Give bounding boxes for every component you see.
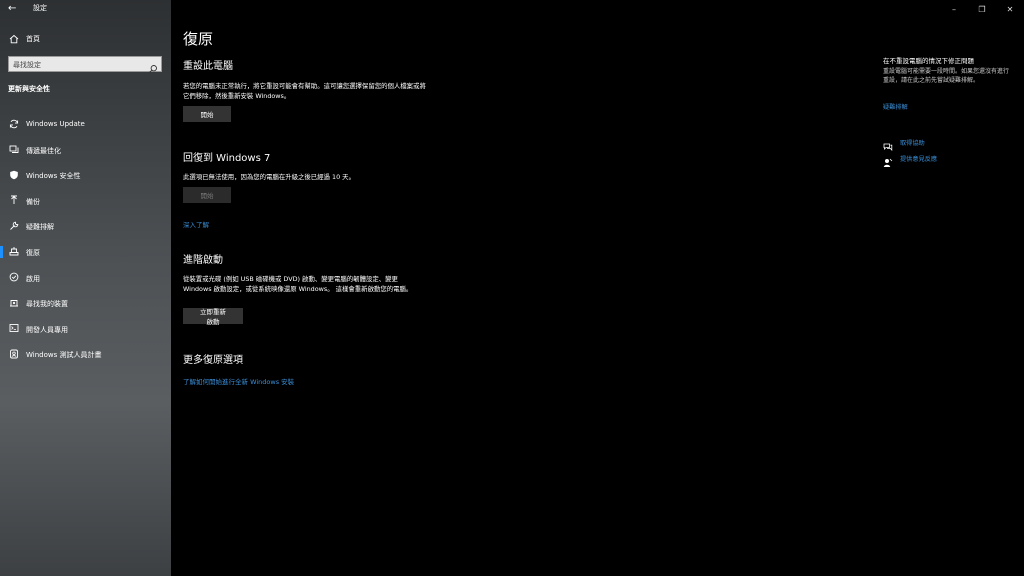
related-panel: 在不重設電腦的情況下修正問題 重設電腦可能需要一段時間。如果您還沒有進行重設，請… (883, 0, 1018, 576)
sidebar-item-delivery-optimization[interactable]: 傳遞最佳化 (0, 137, 171, 163)
goback-start-button[interactable]: 開始 (183, 187, 231, 203)
activation-icon (8, 272, 19, 283)
insider-icon (8, 348, 19, 359)
feedback-link[interactable]: 提供意見反應 (900, 154, 937, 163)
troubleshoot-link[interactable]: 疑難排解 (883, 102, 908, 111)
goback-heading: 回復到 Windows 7 (183, 153, 271, 164)
window-title: 設定 (33, 4, 47, 12)
related-text: 重設電腦可能需要一段時間。如果您還沒有進行重設，請在此之前先嘗試疑難排解。 (883, 68, 1010, 84)
sidebar-item-developers[interactable]: 開發人員專用 (0, 316, 171, 342)
main-content: 復原 重設此電腦 若您的電腦未正常執行，將它重設可能會有幫助。這可讓您選擇保留您… (183, 0, 863, 576)
reset-description: 若您的電腦未正常執行，將它重設可能會有幫助。這可讓您選擇保留您的個人檔案或將它們… (183, 82, 426, 100)
reset-start-button[interactable]: 開始 (183, 106, 231, 122)
more-recovery-heading: 更多復原選項 (183, 355, 243, 366)
get-help-icon (883, 137, 893, 152)
backup-icon (8, 195, 19, 206)
selection-indicator (0, 245, 3, 258)
sidebar-nav: Windows Update 傳遞最佳化 Windows 安全性 備份 疑難排解 (0, 111, 171, 367)
reset-heading: 重設此電腦 (183, 61, 233, 72)
sidebar-item-label: 復原 (26, 248, 40, 257)
fresh-install-link[interactable]: 了解如何開始進行全新 Windows 安裝 (183, 376, 294, 386)
developer-icon (8, 323, 19, 334)
sidebar-item-label: 首頁 (26, 35, 40, 43)
goback-description: 此選項已無法使用，因為您的電腦在升級之後已經過 10 天。 (183, 173, 355, 181)
sidebar-item-label: 尋找我的裝置 (26, 300, 68, 309)
sidebar-item-backup[interactable]: 備份 (0, 188, 171, 214)
sidebar-item-activation[interactable]: 啟用 (0, 265, 171, 291)
recovery-icon (8, 246, 19, 257)
delivery-optimization-icon (8, 144, 19, 155)
sidebar-item-label: 傳遞最佳化 (26, 146, 61, 155)
sidebar-item-label: 備份 (26, 197, 40, 206)
sidebar-item-label: Windows 測試人員計畫 (26, 351, 102, 360)
find-device-icon (8, 297, 19, 308)
sidebar-item-home[interactable]: 首頁 (0, 31, 171, 47)
title-bar: ← 設定 (0, 0, 171, 18)
back-arrow-icon[interactable]: ← (8, 2, 20, 16)
home-icon (8, 34, 19, 45)
sync-icon (8, 118, 19, 129)
search-input[interactable] (13, 59, 143, 70)
sidebar-item-windows-update[interactable]: Windows Update (0, 111, 171, 137)
sidebar-item-recovery[interactable]: 復原 (0, 239, 171, 265)
sidebar-item-windows-security[interactable]: Windows 安全性 (0, 162, 171, 188)
get-help-link[interactable]: 取得協助 (900, 138, 925, 147)
search-box[interactable] (8, 56, 162, 73)
shield-icon (8, 169, 19, 180)
feedback-icon (883, 153, 893, 167)
sidebar-item-label: 疑難排解 (26, 223, 54, 232)
sidebar-item-troubleshoot[interactable]: 疑難排解 (0, 213, 171, 239)
sidebar-item-find-my-device[interactable]: 尋找我的裝置 (0, 290, 171, 316)
section-heading: 更新與安全性 (8, 85, 50, 93)
advanced-startup-description: 從裝置或光碟 (例如 USB 磁碟機或 DVD) 啟動、變更電腦的韌體設定、變更… (183, 275, 413, 293)
advanced-startup-heading: 進階啟動 (183, 255, 223, 266)
sidebar-item-label: Windows 安全性 (26, 172, 81, 181)
sidebar-item-label: 開發人員專用 (26, 325, 68, 334)
page-title: 復原 (183, 30, 214, 48)
sidebar-item-windows-insider[interactable]: Windows 測試人員計畫 (0, 341, 171, 367)
learn-more-link[interactable]: 深入了解 (183, 219, 209, 229)
sidebar: ← 設定 首頁 更新與安全性 Windows Update 傳遞最佳化 (0, 0, 171, 576)
search-icon[interactable] (148, 59, 158, 73)
related-title: 在不重設電腦的情況下修正問題 (883, 57, 974, 65)
sidebar-item-label: 啟用 (26, 274, 40, 283)
sidebar-item-label: Windows Update (26, 120, 85, 128)
restart-now-button[interactable]: 立即重新啟動 (183, 308, 243, 326)
wrench-icon (8, 220, 19, 231)
